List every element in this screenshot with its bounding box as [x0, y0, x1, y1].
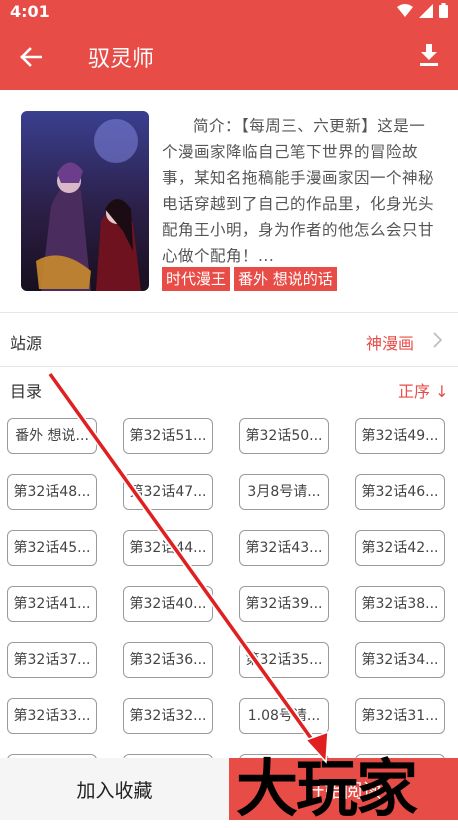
- chapter-chip[interactable]: 第32话40...: [123, 586, 213, 622]
- download-button[interactable]: [414, 40, 444, 70]
- chapter-chip[interactable]: 番外 想说...: [7, 418, 97, 454]
- app-bar: 驭灵师: [0, 24, 458, 90]
- chapter-chip[interactable]: 第32话34...: [355, 642, 445, 678]
- source-label: 站源: [10, 334, 43, 353]
- tag-latest-chapter[interactable]: 番外 想说的话: [234, 267, 337, 291]
- back-button[interactable]: [16, 42, 46, 72]
- download-icon: [420, 44, 438, 66]
- chapter-chip[interactable]: 第32话35...: [239, 642, 329, 678]
- chapter-chip[interactable]: 第32话45...: [7, 530, 97, 566]
- chapter-chip[interactable]: 第32话32...: [123, 698, 213, 734]
- chapter-chip[interactable]: 第32话43...: [239, 530, 329, 566]
- comic-intro: 简介：【每周三、六更新】这是一个漫画家降临自己笔下世界的冒险故事，某知名拖稿能手…: [162, 117, 435, 265]
- comic-tags: 时代漫王 番外 想说的话: [162, 267, 337, 291]
- source-value[interactable]: 神漫画: [366, 330, 414, 354]
- chapter-chip[interactable]: 第32话41...: [7, 586, 97, 622]
- chapter-chip[interactable]: 第32话46...: [355, 474, 445, 510]
- cover-art-image: [21, 111, 149, 291]
- status-bar: 4:01: [0, 0, 458, 24]
- chapter-chip[interactable]: 第32话47...: [123, 474, 213, 510]
- chapter-chip[interactable]: 第32话42...: [355, 530, 445, 566]
- chapter-chip[interactable]: 第32话44...: [123, 530, 213, 566]
- chevron-right-icon: [433, 332, 442, 348]
- watermark-logo: 大玩家: [236, 752, 418, 825]
- chapter-chip[interactable]: 第32话50...: [239, 418, 329, 454]
- chapter-chip[interactable]: 1.08号请...: [239, 698, 329, 734]
- chapter-chip[interactable]: 第32话31...: [355, 698, 445, 734]
- status-time: 4:01: [10, 2, 50, 21]
- chapter-chip[interactable]: 第32话38...: [355, 586, 445, 622]
- chapter-chip[interactable]: 第32话33...: [7, 698, 97, 734]
- chapter-chip[interactable]: 第32话39...: [239, 586, 329, 622]
- chapter-chip[interactable]: 第32话51...: [123, 418, 213, 454]
- chapter-chip[interactable]: 第32话36...: [123, 642, 213, 678]
- chapter-chip[interactable]: 第32话37...: [7, 642, 97, 678]
- divider: [0, 312, 458, 313]
- tag-author[interactable]: 时代漫王: [162, 267, 231, 291]
- chapter-chip[interactable]: 第32话49...: [355, 418, 445, 454]
- divider: [0, 366, 458, 367]
- arrow-left-icon: [20, 47, 42, 67]
- sort-order-toggle[interactable]: 正序 ↓: [398, 378, 449, 402]
- chapter-chip[interactable]: 第32话48...: [7, 474, 97, 510]
- wifi-icon: [397, 3, 413, 17]
- signal-icon: [419, 3, 433, 18]
- add-favorite-button[interactable]: 加入收藏: [0, 758, 229, 820]
- comic-cover[interactable]: [21, 111, 149, 291]
- battery-icon: [439, 3, 448, 18]
- status-icons: [397, 3, 448, 18]
- chapter-chip[interactable]: 3月8号请...: [239, 474, 329, 510]
- catalog-label: 目录: [10, 382, 43, 401]
- page-title: 驭灵师: [88, 47, 155, 72]
